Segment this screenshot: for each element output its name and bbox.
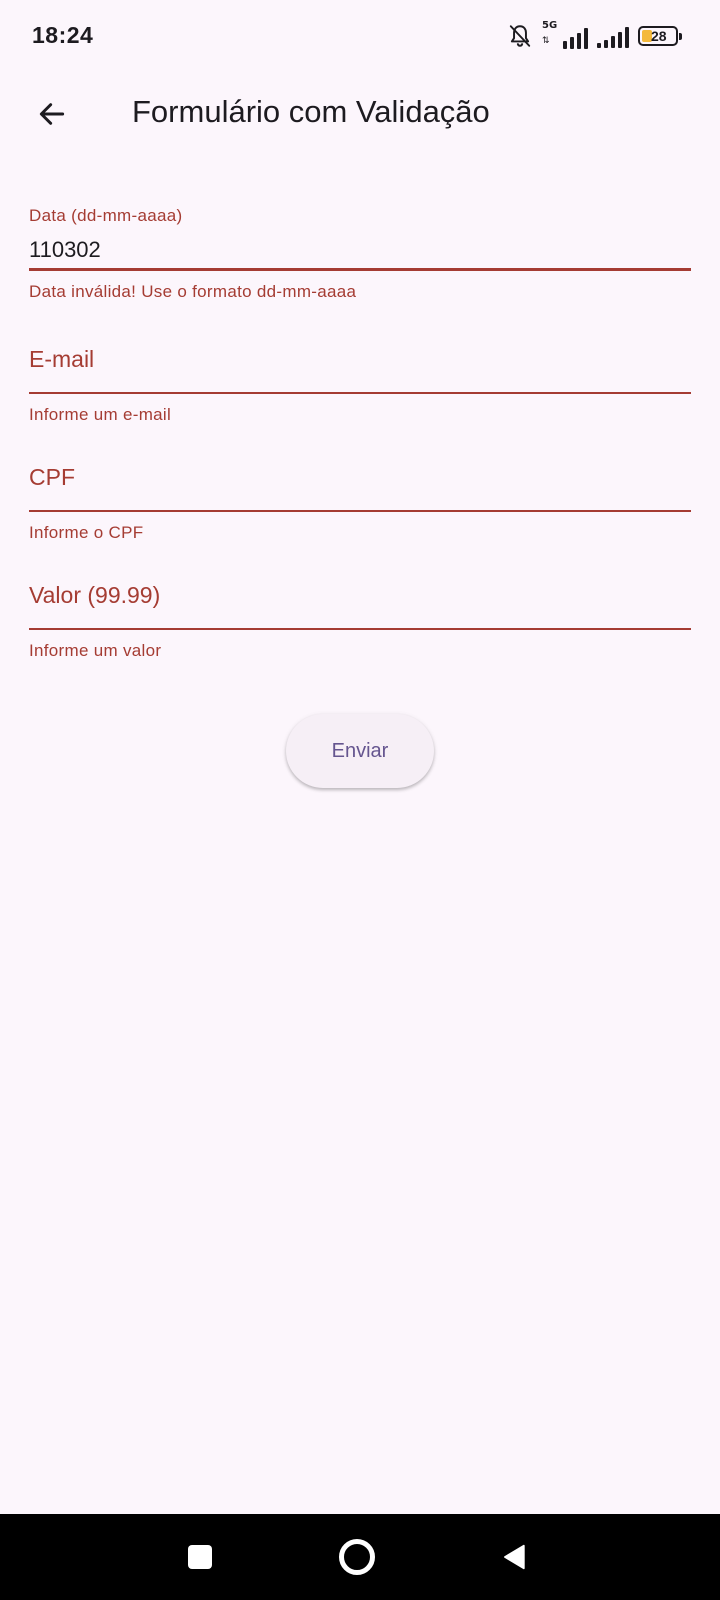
date-input[interactable] xyxy=(29,232,691,268)
home-button[interactable] xyxy=(332,1532,382,1582)
app-bar: Formulário com Validação xyxy=(0,72,720,156)
bell-muted-icon xyxy=(507,23,533,49)
valor-field-underline xyxy=(29,628,691,630)
email-input[interactable] xyxy=(29,314,691,392)
page-title: Formulário com Validação xyxy=(132,94,490,129)
home-circle-icon xyxy=(339,1539,375,1575)
status-bar: 18:24 5G ⇅ 28 xyxy=(0,0,720,72)
system-navigation-bar xyxy=(0,1514,720,1600)
battery-icon: 28 xyxy=(638,26,682,46)
signal-icon xyxy=(597,24,629,48)
date-error-text: Data inválida! Use o formato dd-mm-aaaa xyxy=(29,282,357,301)
battery-level: 28 xyxy=(651,28,667,44)
date-field: Data (dd-mm-aaaa) Data inválida! Use o f… xyxy=(29,192,691,314)
recents-square-icon xyxy=(188,1545,212,1569)
submit-button[interactable]: Enviar xyxy=(286,714,434,788)
valor-field: Informe um valor xyxy=(29,550,691,668)
email-field-underline xyxy=(29,392,691,394)
cpf-error-text: Informe o CPF xyxy=(29,523,144,542)
date-field-underline xyxy=(29,268,691,271)
signal-bars xyxy=(563,25,588,49)
network-type-label: 5G xyxy=(542,20,558,31)
cpf-field: Informe o CPF xyxy=(29,432,691,550)
system-back-button[interactable] xyxy=(490,1532,540,1582)
cpf-input[interactable] xyxy=(29,432,691,510)
network-activity-arrows: ⇅ xyxy=(542,36,550,46)
cpf-field-underline xyxy=(29,510,691,512)
signal-5g-icon: 5G ⇅ xyxy=(542,20,588,49)
arrow-left-icon xyxy=(39,103,65,125)
recents-button[interactable] xyxy=(175,1532,225,1582)
email-field: Informe um e-mail xyxy=(29,314,691,432)
validation-form: Data (dd-mm-aaaa) Data inválida! Use o f… xyxy=(29,192,691,668)
back-button[interactable] xyxy=(24,86,80,142)
status-icons: 5G ⇅ 28 xyxy=(507,20,682,50)
status-time: 18:24 xyxy=(32,22,94,48)
valor-error-text: Informe um valor xyxy=(29,641,162,660)
back-triangle-icon xyxy=(504,1544,525,1570)
email-error-text: Informe um e-mail xyxy=(29,405,172,424)
valor-input[interactable] xyxy=(29,550,691,628)
date-field-label: Data (dd-mm-aaaa) xyxy=(29,206,183,225)
